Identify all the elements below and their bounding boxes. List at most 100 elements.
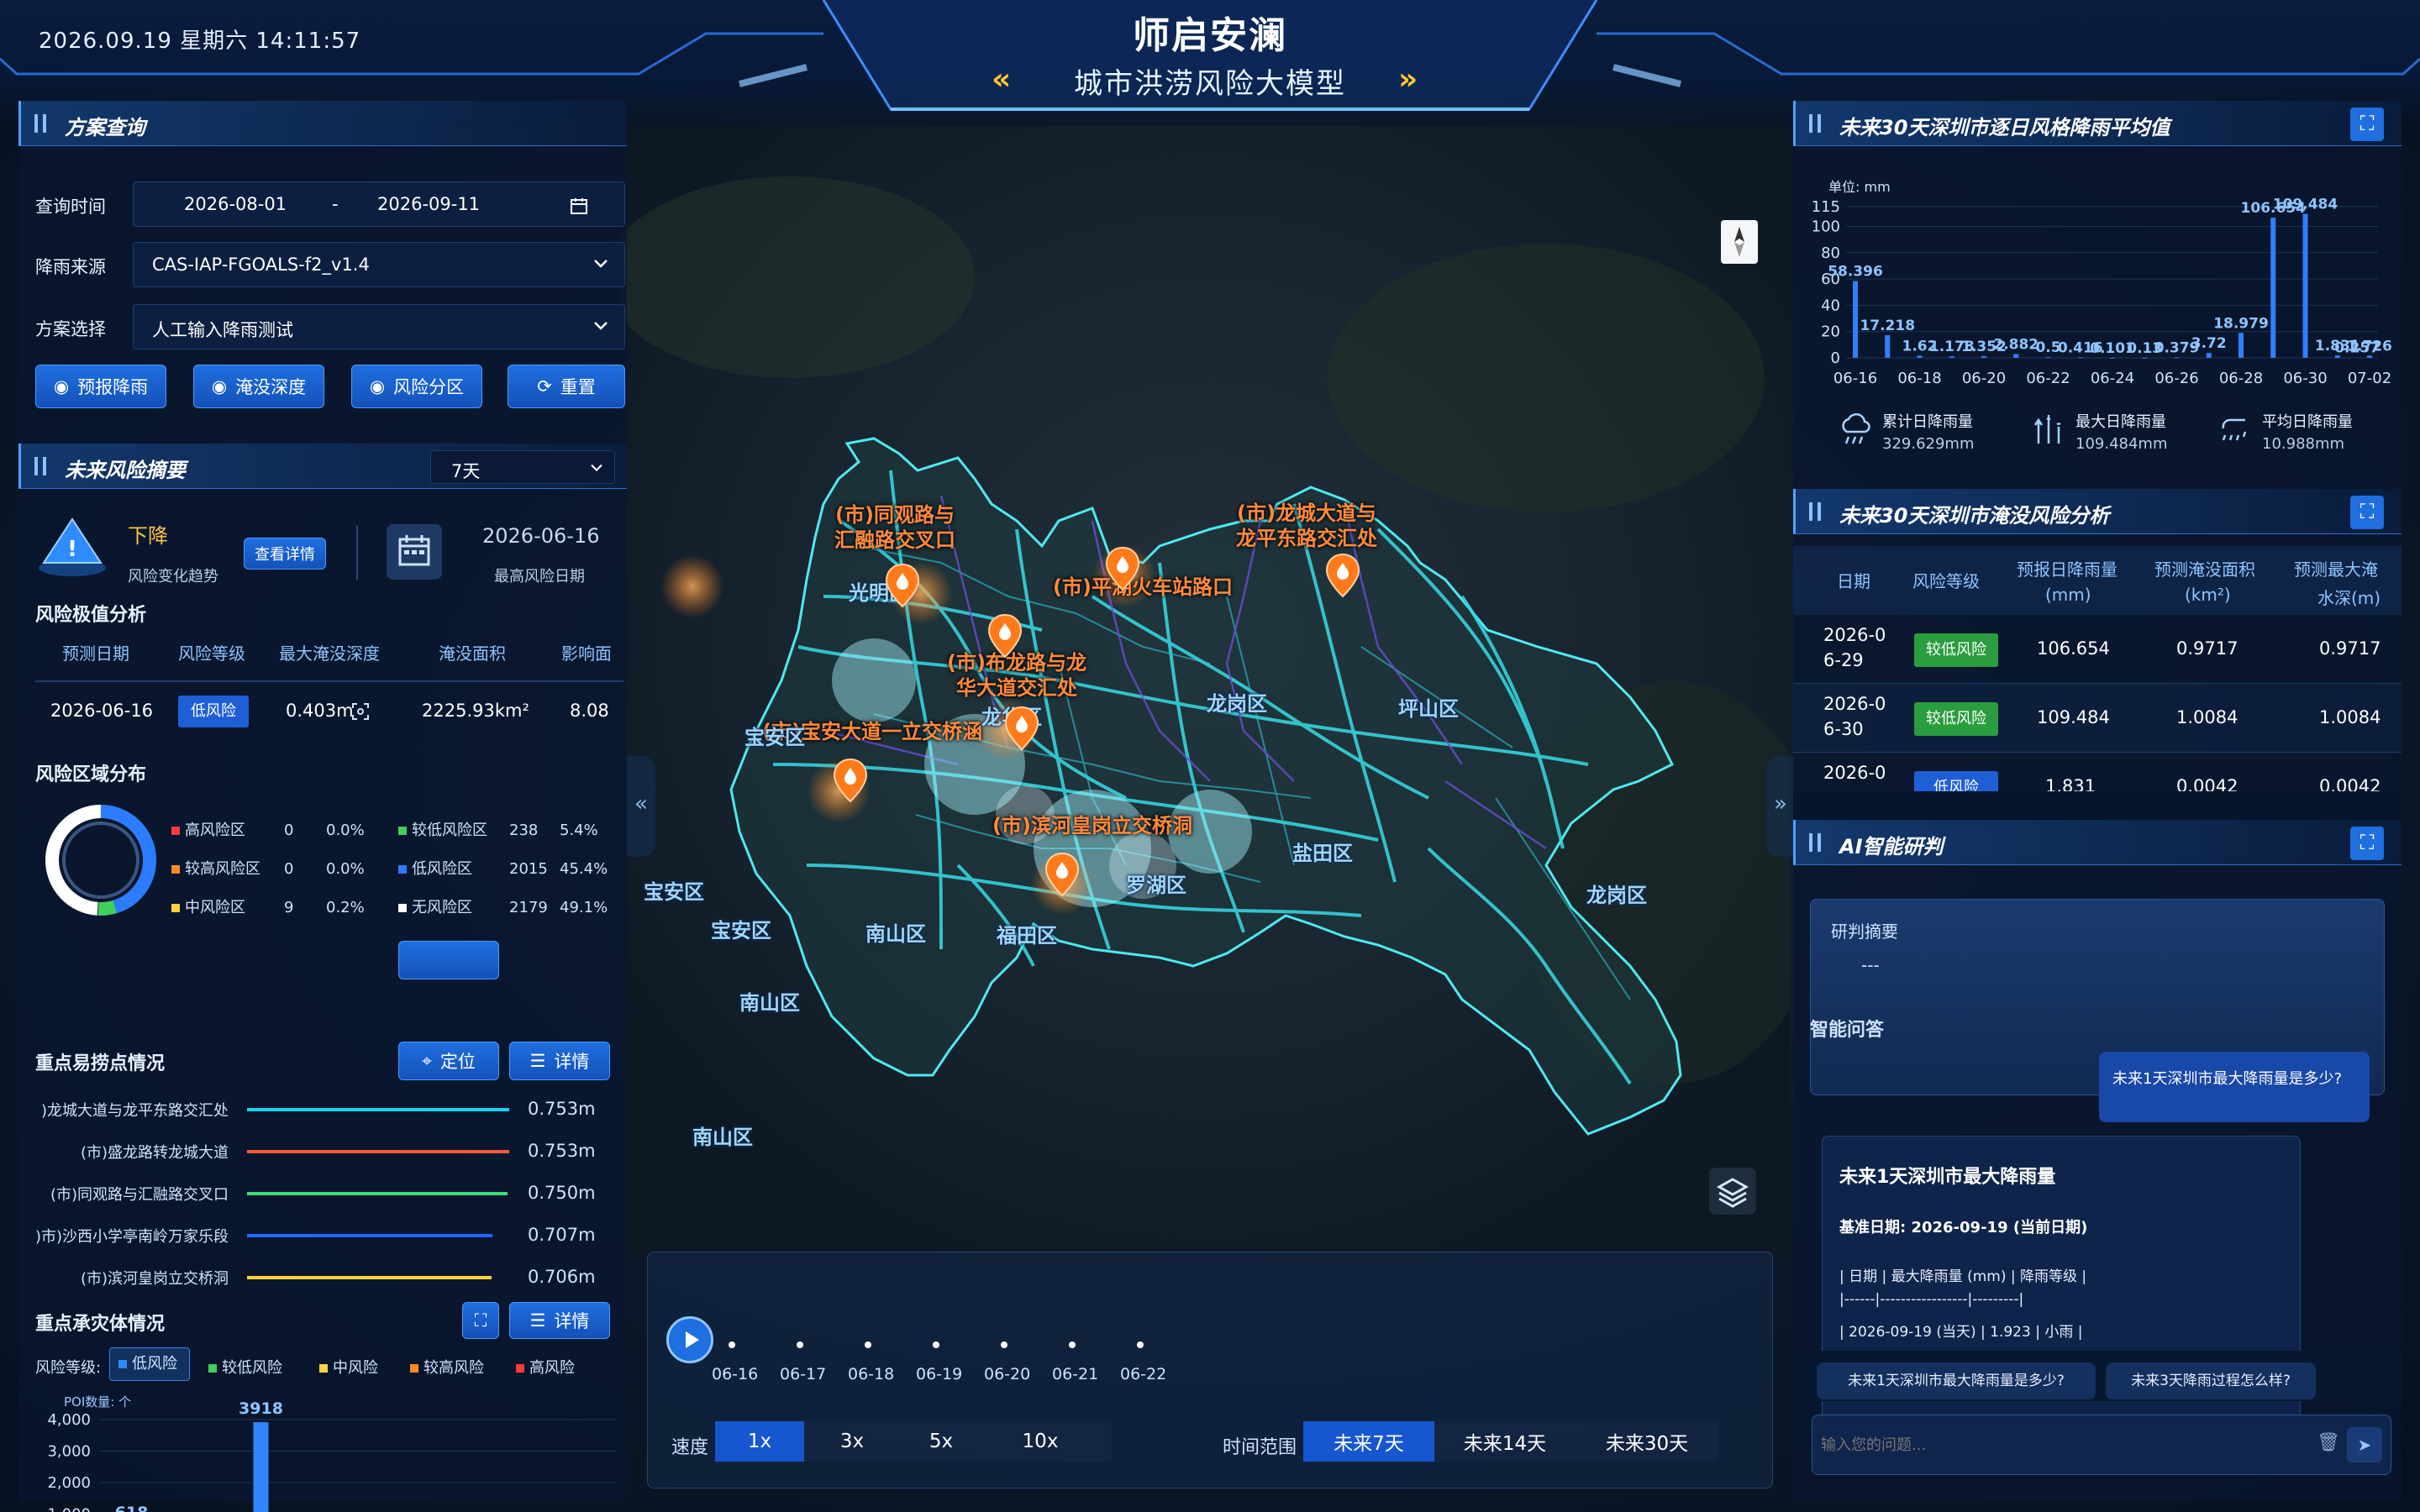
suggest-question[interactable]: 未来1天深圳市最大降雨量是多少? bbox=[1817, 1362, 2096, 1399]
range-option[interactable]: 未来7天 bbox=[1303, 1421, 1434, 1462]
hotspot-bar bbox=[247, 1108, 509, 1111]
map-pin-icon[interactable] bbox=[1044, 852, 1081, 899]
flood-risk-map[interactable]: (市)同观路与 汇融路交叉口 (市)龙城大道与 龙平东路交汇处 (市)平湖火车站路口… bbox=[605, 126, 1823, 1260]
rain-bar bbox=[1885, 335, 1891, 358]
rain-source-select[interactable]: CAS-IAP-FGOALS-f2_v1.4 bbox=[133, 242, 625, 287]
view-detail-button[interactable]: 查看详情 bbox=[244, 538, 326, 570]
timeline-date[interactable]: 06-22 bbox=[1120, 1365, 1166, 1383]
map-pin-icon[interactable] bbox=[884, 563, 921, 610]
map-pin-icon[interactable] bbox=[832, 758, 869, 805]
summary-label: 研判摘要 bbox=[1831, 921, 1898, 942]
table-row[interactable]: 2026-0 6-30 较低风险 109.484 1.0084 1.0084 bbox=[1793, 684, 2402, 753]
level-filter-higher[interactable]: 较高风险 bbox=[410, 1356, 484, 1378]
fullscreen-icon[interactable]: ⛶ bbox=[2350, 108, 2384, 141]
button-label: 预报降雨 bbox=[77, 377, 149, 397]
range-select[interactable]: 7天 bbox=[430, 450, 615, 484]
hotspot-detail-button[interactable]: ☰ 详情 bbox=[509, 1042, 610, 1080]
flood-depth-button[interactable]: ◉ 淹没深度 bbox=[193, 365, 324, 408]
timeline-date[interactable]: 06-20 bbox=[984, 1365, 1030, 1383]
carriers-detail-button[interactable]: ☰ 详情 bbox=[509, 1302, 610, 1339]
timeline-date[interactable]: 06-17 bbox=[780, 1365, 826, 1383]
scheme-select[interactable]: 人工输入降雨测试 bbox=[133, 304, 625, 349]
forecast-rain-button[interactable]: ◉ 预报降雨 bbox=[35, 365, 166, 408]
collapse-left-icon[interactable]: « bbox=[627, 756, 655, 857]
risk-zone-button[interactable]: ◉ 风险分区 bbox=[351, 365, 482, 408]
speed-option[interactable]: 5x bbox=[897, 1421, 986, 1462]
rain-data-label: 2.882 bbox=[1993, 336, 2039, 353]
col-header: 预报日降雨量 bbox=[2017, 559, 2118, 580]
button-label: 详情 bbox=[554, 1311, 590, 1331]
timeline-date[interactable]: 06-16 bbox=[712, 1365, 758, 1383]
warning-trend-icon: ! bbox=[39, 517, 106, 576]
play-icon[interactable] bbox=[666, 1316, 713, 1363]
suggest-question[interactable]: 未来3天降雨过程怎么样? bbox=[2106, 1362, 2316, 1399]
timeline-date[interactable]: 06-18 bbox=[848, 1365, 894, 1383]
next-model-icon[interactable]: » bbox=[1398, 62, 1418, 97]
fullscreen-icon[interactable]: ⛶ bbox=[2350, 827, 2384, 860]
y-tick-label: 40 bbox=[1821, 297, 1840, 314]
compass-icon[interactable] bbox=[1721, 220, 1758, 264]
divider bbox=[35, 680, 623, 682]
fullscreen-icon[interactable]: ⛶ bbox=[2350, 496, 2384, 529]
layers-icon[interactable] bbox=[1709, 1168, 1756, 1215]
stat-label: 累计日降雨量 bbox=[1882, 413, 1973, 431]
range-option[interactable]: 未来14天 bbox=[1438, 1421, 1572, 1462]
cell-date: 6-30 bbox=[1823, 719, 1864, 739]
prev-model-icon[interactable]: « bbox=[992, 62, 1011, 97]
rain-bar bbox=[1917, 355, 1923, 358]
timeline-track[interactable] bbox=[996, 1336, 1164, 1353]
table-row[interactable]: 2026-0 6-29 较低风险 106.654 0.9717 0.9717 bbox=[1793, 615, 2402, 684]
date-end[interactable]: 2026-09-11 bbox=[377, 194, 480, 214]
list-item[interactable]: (市)同观路与汇融路交叉口 0.750m bbox=[18, 1173, 627, 1215]
qa-label: 智能问答 bbox=[1810, 1020, 1885, 1041]
trash-icon[interactable]: 🗑 bbox=[2317, 1432, 2340, 1453]
speed-option[interactable]: 3x bbox=[808, 1421, 897, 1462]
map-pin-icon[interactable] bbox=[1104, 546, 1141, 593]
expand-icon[interactable]: ⛶ bbox=[462, 1302, 499, 1339]
level-filter-mid[interactable]: 中风险 bbox=[319, 1356, 378, 1378]
locate-button[interactable]: ⌖ 定位 bbox=[398, 1042, 499, 1080]
district-label: 宝安区 bbox=[644, 880, 704, 904]
hotspot-bar bbox=[247, 1276, 492, 1279]
map-pin-icon[interactable] bbox=[1003, 706, 1040, 753]
level-filter-lower[interactable]: 较低风险 bbox=[208, 1356, 282, 1378]
send-icon[interactable]: ➤ bbox=[2347, 1427, 2382, 1462]
level-filter-high[interactable]: 高风险 bbox=[516, 1356, 575, 1378]
locate-button[interactable] bbox=[398, 941, 499, 979]
timeline-track[interactable] bbox=[723, 1336, 976, 1353]
date-range-picker[interactable]: 2026-08-01 - 2026-09-11 bbox=[133, 181, 625, 227]
list-item[interactable]: )龙城大道与龙平东路交汇处 0.753m bbox=[18, 1089, 627, 1131]
section-bars-icon bbox=[34, 457, 46, 475]
list-item[interactable]: (市)盛龙路转龙城大道 0.753m bbox=[18, 1131, 627, 1173]
timeline-date[interactable]: 06-19 bbox=[916, 1365, 962, 1383]
range-option[interactable]: 未来30天 bbox=[1576, 1421, 1718, 1462]
risk-level-badge: 低风险 bbox=[178, 696, 249, 727]
date-start[interactable]: 2026-08-01 bbox=[184, 194, 287, 214]
district-label: 南山区 bbox=[739, 991, 800, 1015]
collapse-right-icon[interactable]: » bbox=[1766, 756, 1795, 857]
legend-swatch bbox=[398, 865, 407, 874]
question-input[interactable] bbox=[1821, 1427, 2291, 1462]
risk-level-label: 风险等级: bbox=[35, 1359, 102, 1377]
level-name: 高风险 bbox=[529, 1359, 575, 1377]
reset-button[interactable]: ⟳ 重置 bbox=[508, 365, 625, 408]
level-filter-low[interactable]: 低风险 bbox=[109, 1347, 190, 1381]
x-tick-label: 06-16 bbox=[1833, 370, 1877, 387]
list-item[interactable]: )市)沙西小学亭南岭万家乐段 0.707m bbox=[18, 1215, 627, 1257]
risk-donut-chart bbox=[45, 805, 156, 916]
rain-data-label: 109.484 bbox=[2273, 197, 2338, 213]
speed-option[interactable]: 1x bbox=[715, 1421, 804, 1462]
legend-swatch bbox=[208, 1364, 217, 1373]
list-item[interactable]: (市)滨河皇岗立交桥洞 0.706m bbox=[18, 1257, 627, 1299]
button-label: 定位 bbox=[439, 1052, 476, 1072]
calendar-icon bbox=[387, 524, 442, 580]
speed-option[interactable]: 10x bbox=[986, 1421, 1095, 1462]
stat-value: 329.629mm bbox=[1882, 435, 1975, 453]
locate-icon[interactable] bbox=[351, 702, 370, 721]
rain-data-label: 0.257 bbox=[2334, 340, 2380, 357]
section-bars-icon bbox=[34, 114, 46, 133]
map-pin-icon[interactable] bbox=[986, 613, 1023, 660]
map-pin-icon[interactable] bbox=[1324, 553, 1361, 600]
y-axis-unit: 单位: mm bbox=[1828, 179, 1891, 195]
timeline-date[interactable]: 06-21 bbox=[1052, 1365, 1098, 1383]
